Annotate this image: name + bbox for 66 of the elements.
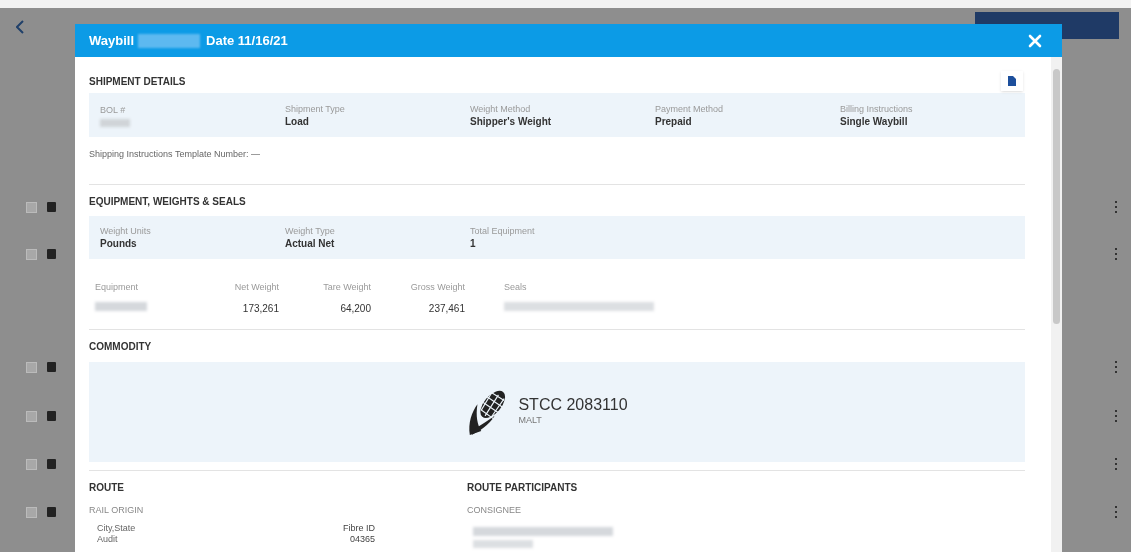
table-cell: 237,461: [428, 302, 465, 314]
commodity-code: STCC 2083110: [518, 395, 628, 415]
section-heading: COMMODITY: [89, 339, 153, 354]
scrollbar[interactable]: [1051, 57, 1062, 552]
field-value: 1: [470, 236, 477, 250]
field-value: Shipper's Weight: [470, 114, 553, 128]
field-value: Prepaid: [655, 114, 693, 128]
back-icon[interactable]: [16, 20, 24, 34]
column-header: Seals: [504, 281, 527, 292]
field-label: Weight Method: [470, 102, 532, 115]
document-icon: [47, 362, 56, 372]
kebab-menu-icon[interactable]: [1114, 506, 1118, 518]
kebab-menu-icon[interactable]: [1114, 201, 1118, 213]
route-label: Audit: [97, 534, 118, 545]
section-heading: ROUTE PARTICIPANTS: [467, 480, 579, 495]
redacted-blur: [473, 540, 533, 548]
section-heading: EQUIPMENT, WEIGHTS & SEALS: [89, 194, 247, 209]
row-checkbox[interactable]: [26, 411, 37, 422]
column-header: Net Weight: [234, 281, 279, 292]
document-icon: [47, 202, 56, 212]
field-label: BOL #: [100, 103, 127, 116]
row-checkbox[interactable]: [26, 507, 37, 518]
template-line: Shipping Instructions Template Number: —: [89, 148, 261, 161]
section-subheading: CONSIGNEE: [467, 503, 522, 517]
close-icon[interactable]: [1028, 33, 1042, 48]
table-cell: 173,261: [242, 302, 279, 314]
table-cell: 64,200: [340, 302, 371, 314]
modal-title: Waybill: [89, 31, 135, 50]
kebab-menu-icon[interactable]: [1114, 458, 1118, 470]
document-icon: [47, 507, 56, 517]
field-label: Total Equipment: [470, 224, 536, 237]
column-header: Tare Weight: [323, 281, 371, 292]
modal-date: Date 11/16/21: [206, 31, 288, 50]
route-value: Fibre ID: [343, 523, 375, 534]
document-icon: [1008, 76, 1016, 86]
section-subheading: RAIL ORIGIN: [89, 503, 145, 517]
document-button[interactable]: [1001, 71, 1023, 91]
field-value: Single Waybill: [840, 114, 909, 128]
field-label: Payment Method: [655, 102, 725, 115]
kebab-menu-icon[interactable]: [1114, 248, 1118, 260]
column-header: Gross Weight: [410, 281, 465, 292]
route-label: City,State: [97, 523, 136, 534]
row-checkbox[interactable]: [26, 362, 37, 373]
row-checkbox[interactable]: [26, 202, 37, 213]
field-label: Weight Type: [285, 224, 336, 237]
field-value: Load: [285, 114, 310, 128]
kebab-menu-icon[interactable]: [1114, 410, 1118, 422]
redacted-blur: [95, 302, 147, 311]
document-icon: [47, 249, 56, 259]
kebab-menu-icon[interactable]: [1114, 361, 1118, 373]
section-heading: SHIPMENT DETAILS: [89, 74, 186, 89]
field-value: Pounds: [100, 236, 138, 250]
field-label: Shipment Type: [285, 102, 346, 115]
route-value: 04365: [349, 534, 375, 545]
row-checkbox[interactable]: [26, 459, 37, 470]
row-checkbox[interactable]: [26, 249, 37, 260]
field-label: Billing Instructions: [840, 102, 914, 115]
section-heading: ROUTE: [89, 480, 125, 495]
field-value: Actual Net: [285, 236, 336, 250]
column-header: Equipment: [95, 281, 139, 292]
document-icon: [47, 459, 56, 469]
document-icon: [47, 411, 56, 421]
redacted-blur: [138, 33, 201, 48]
redacted-blur: [100, 118, 130, 127]
commodity-name: MALT: [518, 414, 543, 428]
field-label: Weight Units: [100, 224, 152, 237]
